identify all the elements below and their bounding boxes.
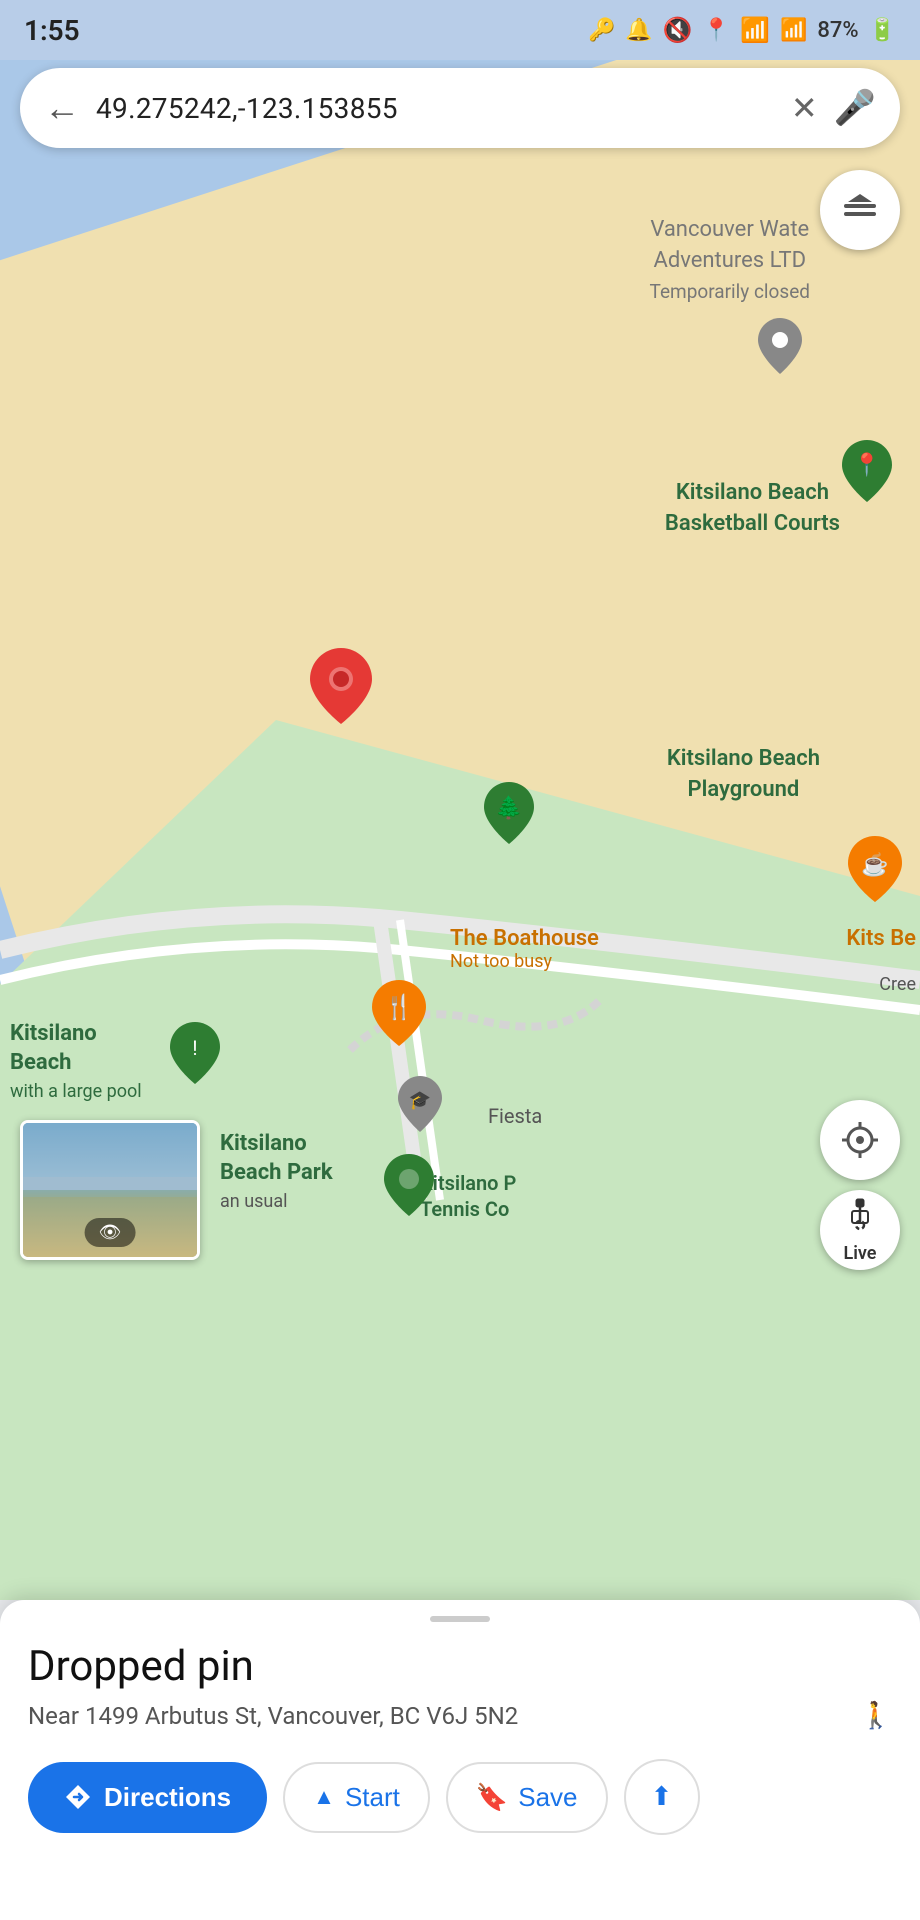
search-input[interactable]: 49.275242,-123.153855 bbox=[96, 92, 775, 125]
clear-button[interactable]: ✕ bbox=[791, 89, 818, 127]
svg-text:🎓: 🎓 bbox=[409, 1090, 431, 1111]
live-label: Live bbox=[844, 1243, 877, 1264]
layer-switcher-button[interactable] bbox=[820, 170, 900, 250]
playground-label: Kitsilano BeachPlayground bbox=[667, 744, 820, 806]
save-button[interactable]: 🔖 Save bbox=[446, 1762, 608, 1833]
bookmark-icon: 🔖 bbox=[476, 1782, 508, 1813]
bottom-sheet: Dropped pin Near 1499 Arbutus St, Vancou… bbox=[0, 1600, 920, 1920]
fiesta-label: Fiesta bbox=[488, 1104, 542, 1128]
dropped-pin-title: Dropped pin bbox=[28, 1642, 892, 1691]
basketball-label: Kitsilano BeachBasketball Courts bbox=[665, 478, 840, 540]
status-icons: 🔑 🔔 🔇 📍 📶 📶 87% 🔋 bbox=[588, 16, 896, 44]
gray-pin-vwa[interactable] bbox=[758, 318, 802, 378]
battery-icon: 🔋 bbox=[869, 18, 896, 43]
green-pin-kitsilano-beach[interactable]: ! bbox=[170, 1022, 220, 1088]
svg-text:🌲: 🌲 bbox=[495, 795, 522, 821]
walk-icon: 🚶 bbox=[860, 1701, 892, 1731]
boathouse-label: The Boathouse Not too busy bbox=[450, 926, 599, 972]
status-bar: 1:55 🔑 🔔 🔇 📍 📶 📶 87% 🔋 bbox=[0, 0, 920, 60]
vwa-label: Vancouver WateAdventures LTD Temporarily… bbox=[650, 215, 810, 307]
location-button[interactable] bbox=[820, 1100, 900, 1180]
address-text: Near 1499 Arbutus St, Vancouver, BC V6J … bbox=[28, 1702, 850, 1730]
orange-pin-boathouse[interactable]: 🍴 bbox=[372, 980, 426, 1050]
start-icon: ▲ bbox=[313, 1784, 335, 1810]
bell-icon: 🔔 bbox=[625, 18, 652, 43]
status-time: 1:55 bbox=[24, 14, 80, 47]
cree-label: Cree bbox=[879, 974, 916, 995]
start-label: Start bbox=[345, 1782, 400, 1813]
green-pin-playground[interactable]: 🌲 bbox=[484, 782, 534, 848]
kitsbe-label: Kits Be bbox=[846, 926, 916, 951]
sheet-handle bbox=[430, 1616, 490, 1622]
share-icon: ⬆ bbox=[651, 1782, 673, 1812]
gray-pin-fiesta[interactable]: 🎓 bbox=[398, 1076, 442, 1136]
vwa-name: Vancouver WateAdventures LTD bbox=[650, 217, 809, 273]
battery-text: 87% bbox=[817, 18, 858, 43]
action-buttons: Directions ▲ Start 🔖 Save ⬆ bbox=[28, 1759, 892, 1835]
start-button[interactable]: ▲ Start bbox=[283, 1762, 430, 1833]
street-view-thumbnail[interactable]: 👁 bbox=[20, 1120, 200, 1260]
back-button[interactable]: ← bbox=[44, 87, 80, 129]
svg-text:☕: ☕ bbox=[861, 851, 888, 878]
svg-text:🍴: 🍴 bbox=[384, 993, 414, 1021]
eye-icon: 👁 bbox=[99, 1222, 122, 1243]
address-row: Near 1499 Arbutus St, Vancouver, BC V6J … bbox=[28, 1701, 892, 1731]
search-bar[interactable]: ← 49.275242,-123.153855 ✕ 🎤 bbox=[20, 68, 900, 148]
orange-pin-coffee[interactable]: ☕ bbox=[848, 836, 902, 906]
green-pin-basketball[interactable]: 📍 bbox=[842, 440, 892, 506]
save-label: Save bbox=[518, 1782, 577, 1813]
thumbnail-eye-overlay: 👁 bbox=[85, 1218, 136, 1247]
notification-icon: 🔑 bbox=[588, 18, 615, 43]
live-icon bbox=[842, 1197, 878, 1241]
tennis-label: Kitsilano PTennis Co bbox=[420, 1170, 516, 1222]
kitsilano-park-label: KitsilanoBeach Parkan usual bbox=[220, 1130, 333, 1216]
directions-button[interactable]: Directions bbox=[28, 1762, 267, 1833]
green-pin-tennis[interactable] bbox=[384, 1154, 434, 1220]
kitsilano-beach-label: KitsilanoBeachwith a large pool bbox=[10, 1020, 142, 1106]
wifi-icon: 📶 bbox=[740, 16, 770, 44]
mute-icon: 🔇 bbox=[663, 16, 693, 44]
mic-button[interactable]: 🎤 bbox=[834, 88, 876, 128]
share-button[interactable]: ⬆ bbox=[624, 1759, 700, 1835]
red-pin[interactable] bbox=[310, 648, 372, 728]
live-button[interactable]: Live bbox=[820, 1190, 900, 1270]
map-area[interactable]: Vancouver WateAdventures LTD Temporarily… bbox=[0, 0, 920, 1600]
vwa-status: Temporarily closed bbox=[650, 280, 810, 303]
directions-icon bbox=[64, 1783, 92, 1811]
svg-text:!: ! bbox=[192, 1036, 197, 1060]
signal-icon: 📶 bbox=[780, 18, 807, 43]
directions-label: Directions bbox=[104, 1782, 231, 1813]
svg-text:📍: 📍 bbox=[853, 452, 880, 478]
location-status-icon: 📍 bbox=[703, 18, 730, 43]
